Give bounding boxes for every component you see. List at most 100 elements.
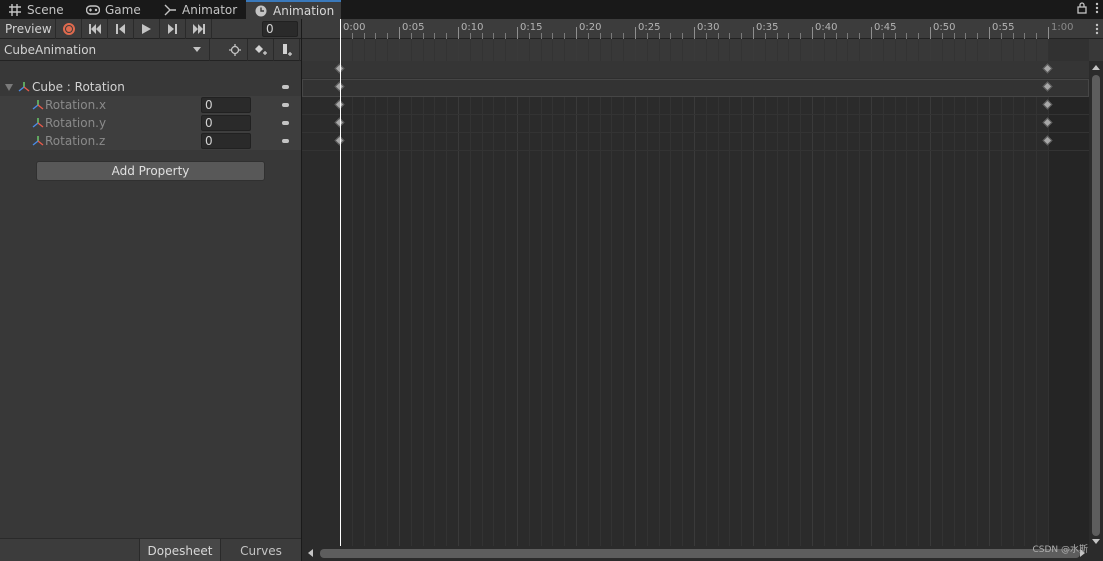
ruler-major-tick: [812, 27, 813, 39]
ruler-tick-label: 0:45: [874, 22, 897, 33]
view-mode-tabs: Dopesheet Curves: [0, 538, 301, 561]
skip-to-end-icon: [192, 24, 205, 34]
scroll-up-arrow-icon[interactable]: [1092, 64, 1100, 70]
scroll-left-arrow-icon[interactable]: [307, 549, 313, 557]
ruler-major-tick: [517, 27, 518, 39]
lock-icon[interactable]: [1077, 2, 1087, 17]
ruler-tick-label: 0:40: [815, 22, 838, 33]
add-keyframe-button[interactable]: [248, 39, 274, 61]
preview-button[interactable]: Preview: [0, 19, 56, 39]
crosshair-icon: [228, 44, 241, 56]
vertical-scrollbar[interactable]: [1089, 61, 1103, 551]
property-row-rotation-y[interactable]: Rotation.y 0: [0, 114, 301, 132]
playhead[interactable]: [340, 19, 341, 551]
kebab-menu-icon[interactable]: [1095, 2, 1099, 17]
play-button[interactable]: [134, 19, 160, 39]
ruler-tick-label: 0:35: [756, 22, 779, 33]
add-event-icon: [282, 44, 292, 56]
track-rotation-y[interactable]: [302, 115, 1089, 133]
rotation-x-field[interactable]: 0: [201, 97, 251, 113]
property-label: Rotation.y: [45, 116, 107, 130]
horizontal-scroll-thumb[interactable]: [320, 549, 1080, 558]
step-forward-icon: [168, 24, 177, 34]
tab-animation[interactable]: Animation: [246, 0, 341, 20]
vertical-scroll-thumb[interactable]: [1092, 75, 1100, 536]
ruler-tick-label: 0:30: [697, 22, 720, 33]
transform-axis-icon: [32, 135, 44, 147]
kebab-menu-icon[interactable]: [1095, 23, 1099, 38]
property-options-icon[interactable]: [282, 103, 289, 107]
add-keyframe-icon: [254, 45, 267, 55]
dopesheet-timeline[interactable]: 0:00 0:05 0:10 0:15 0:20 0:25 0:30 0:35 0:40 0:45…: [302, 19, 1103, 561]
keyframe-tracks: [302, 79, 1089, 551]
tab-animator-label: Animator: [182, 2, 238, 17]
tab-dopesheet[interactable]: Dopesheet: [139, 539, 220, 561]
add-event-button[interactable]: [274, 39, 300, 61]
property-options-icon[interactable]: [282, 85, 289, 89]
tab-scene[interactable]: Scene: [0, 0, 75, 19]
horizontal-scrollbar[interactable]: [302, 546, 1103, 561]
transform-axis-icon: [32, 99, 44, 111]
play-icon: [142, 24, 151, 34]
property-list: Cube : Rotation Rotation.x 0 Rotation.y …: [0, 78, 301, 150]
chevron-down-icon: [193, 47, 201, 52]
tab-game[interactable]: Game: [78, 0, 158, 19]
ruler-tick-label: 0:50: [933, 22, 956, 33]
ruler-tick-label: 0:00: [343, 22, 366, 33]
last-keyframe-button[interactable]: [186, 19, 212, 39]
rotation-y-field[interactable]: 0: [201, 115, 251, 131]
rotation-z-field[interactable]: 0: [201, 133, 251, 149]
tab-game-label: Game: [105, 2, 141, 17]
clip-name: CubeAnimation: [4, 43, 97, 57]
property-options-icon[interactable]: [282, 121, 289, 125]
ruler-major-tick: [1048, 27, 1049, 39]
expand-triangle-icon[interactable]: [5, 84, 13, 91]
ruler-major-tick: [694, 27, 695, 39]
time-ruler[interactable]: 0:00 0:05 0:10 0:15 0:20 0:25 0:30 0:35 0:40 0:45…: [302, 19, 1103, 39]
window-controls: [1077, 2, 1099, 17]
frame-field[interactable]: 0: [262, 21, 298, 37]
summary-track[interactable]: [302, 61, 1103, 79]
ruler-major-tick: [930, 27, 931, 39]
add-property-button[interactable]: Add Property: [36, 161, 265, 181]
track-cube-rotation[interactable]: [302, 79, 1089, 97]
property-options-icon[interactable]: [282, 139, 289, 143]
filter-selection-button[interactable]: [222, 39, 248, 61]
ruler-major-tick: [576, 27, 577, 39]
next-keyframe-button[interactable]: [160, 19, 186, 39]
tab-animation-label: Animation: [273, 4, 335, 18]
animator-icon: [163, 3, 177, 17]
first-keyframe-button[interactable]: [82, 19, 108, 39]
record-button[interactable]: [56, 19, 82, 39]
ruler-major-tick: [458, 27, 459, 39]
clip-dropdown[interactable]: CubeAnimation: [0, 39, 210, 61]
track-rotation-x[interactable]: [302, 97, 1089, 115]
window-tab-bar: Scene Game Animator Animation: [0, 0, 1103, 20]
ruler-tick-label: 0:15: [520, 22, 543, 33]
property-label: Rotation.x: [45, 98, 107, 112]
tab-curves[interactable]: Curves: [220, 539, 301, 561]
track-rotation-z[interactable]: [302, 133, 1089, 151]
ruler-tick-label: 0:55: [992, 22, 1015, 33]
gamepad-icon: [86, 3, 100, 17]
tab-animator[interactable]: Animator: [155, 0, 245, 19]
ruler-major-tick: [399, 27, 400, 39]
property-group-label: Cube : Rotation: [32, 80, 125, 94]
ruler-tick-label: 0:05: [402, 22, 425, 33]
playback-toolbar: Preview 0: [0, 19, 301, 39]
previous-keyframe-button[interactable]: [108, 19, 134, 39]
ruler-tick-label: 0:20: [579, 22, 602, 33]
ruler-tick-label: 0:10: [461, 22, 484, 33]
record-icon: [62, 23, 75, 35]
scroll-down-arrow-icon[interactable]: [1092, 539, 1100, 545]
property-row-rotation-z[interactable]: Rotation.z 0: [0, 132, 301, 150]
clip-toolbar: CubeAnimation: [0, 39, 301, 61]
property-row-rotation-x[interactable]: Rotation.x 0: [0, 96, 301, 114]
transform-axis-icon: [18, 81, 30, 93]
property-group-cube-rotation[interactable]: Cube : Rotation: [0, 78, 301, 96]
skip-to-start-icon: [88, 24, 101, 34]
watermark: CSDN @水斯: [1032, 545, 1088, 555]
ruler-major-tick: [753, 27, 754, 39]
animation-properties-panel: Preview 0 CubeAnimation Cube: Rotation …: [0, 19, 301, 561]
grid-icon: [8, 3, 22, 17]
